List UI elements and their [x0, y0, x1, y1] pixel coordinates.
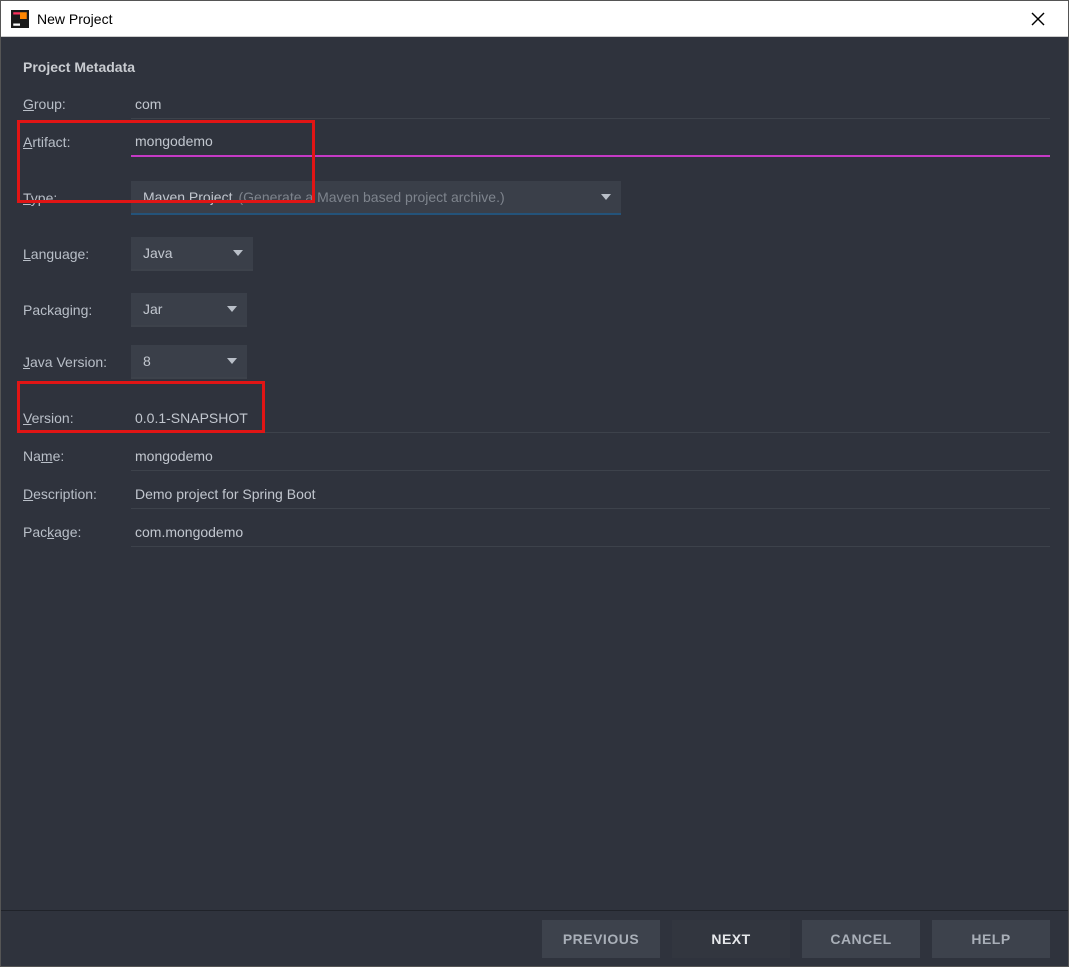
window-title: New Project	[37, 11, 1018, 27]
cancel-button[interactable]: CANCEL	[802, 920, 920, 958]
row-type: Type: Maven Project (Generate a Maven ba…	[19, 179, 1050, 217]
dialog-content: Project Metadata Group: Artifact: Type: …	[1, 37, 1068, 910]
row-version: Version:	[19, 399, 1050, 437]
label-type: Type:	[19, 190, 131, 206]
input-name[interactable]	[131, 442, 1050, 471]
previous-button[interactable]: PREVIOUS	[542, 920, 660, 958]
input-group[interactable]	[131, 90, 1050, 119]
row-description: Description:	[19, 475, 1050, 513]
input-package[interactable]	[131, 518, 1050, 547]
titlebar: New Project	[1, 1, 1068, 37]
chevron-down-icon	[227, 358, 237, 364]
label-name: Name:	[19, 448, 131, 464]
input-description[interactable]	[131, 480, 1050, 509]
dropdown-packaging[interactable]: Jar	[131, 293, 247, 327]
dropdown-type-hint: (Generate a Maven based project archive.…	[238, 189, 504, 205]
label-language: Language:	[19, 246, 131, 262]
row-group: Group:	[19, 85, 1050, 123]
dropdown-java-version-value: 8	[143, 353, 151, 369]
row-packaging: Packaging: Jar	[19, 291, 1050, 329]
input-artifact[interactable]	[131, 127, 1050, 157]
label-packaging: Packaging:	[19, 302, 131, 318]
close-icon	[1031, 12, 1045, 26]
dropdown-java-version[interactable]: 8	[131, 345, 247, 379]
section-title: Project Metadata	[19, 59, 1050, 75]
dropdown-language[interactable]: Java	[131, 237, 253, 271]
label-description: Description:	[19, 486, 131, 502]
chevron-down-icon	[601, 194, 611, 200]
dropdown-type[interactable]: Maven Project (Generate a Maven based pr…	[131, 181, 621, 215]
next-button[interactable]: NEXT	[672, 920, 790, 958]
label-java-version: Java Version:	[19, 354, 131, 370]
label-group: Group:	[19, 96, 131, 112]
row-language: Language: Java	[19, 235, 1050, 273]
label-package: Package:	[19, 524, 131, 540]
row-package: Package:	[19, 513, 1050, 551]
row-artifact: Artifact:	[19, 123, 1050, 161]
new-project-dialog: New Project Project Metadata Group: Arti…	[0, 0, 1069, 967]
intellij-icon	[11, 10, 29, 28]
dropdown-language-value: Java	[143, 245, 173, 261]
dropdown-type-value: Maven Project	[143, 189, 232, 205]
close-button[interactable]	[1018, 1, 1058, 37]
label-artifact: Artifact:	[19, 134, 131, 150]
dialog-footer: PREVIOUS NEXT CANCEL HELP	[1, 910, 1068, 966]
row-java-version: Java Version: 8	[19, 343, 1050, 381]
row-name: Name:	[19, 437, 1050, 475]
help-button[interactable]: HELP	[932, 920, 1050, 958]
input-version[interactable]	[131, 404, 1050, 433]
label-version: Version:	[19, 410, 131, 426]
chevron-down-icon	[227, 306, 237, 312]
chevron-down-icon	[233, 250, 243, 256]
dropdown-packaging-value: Jar	[143, 301, 162, 317]
